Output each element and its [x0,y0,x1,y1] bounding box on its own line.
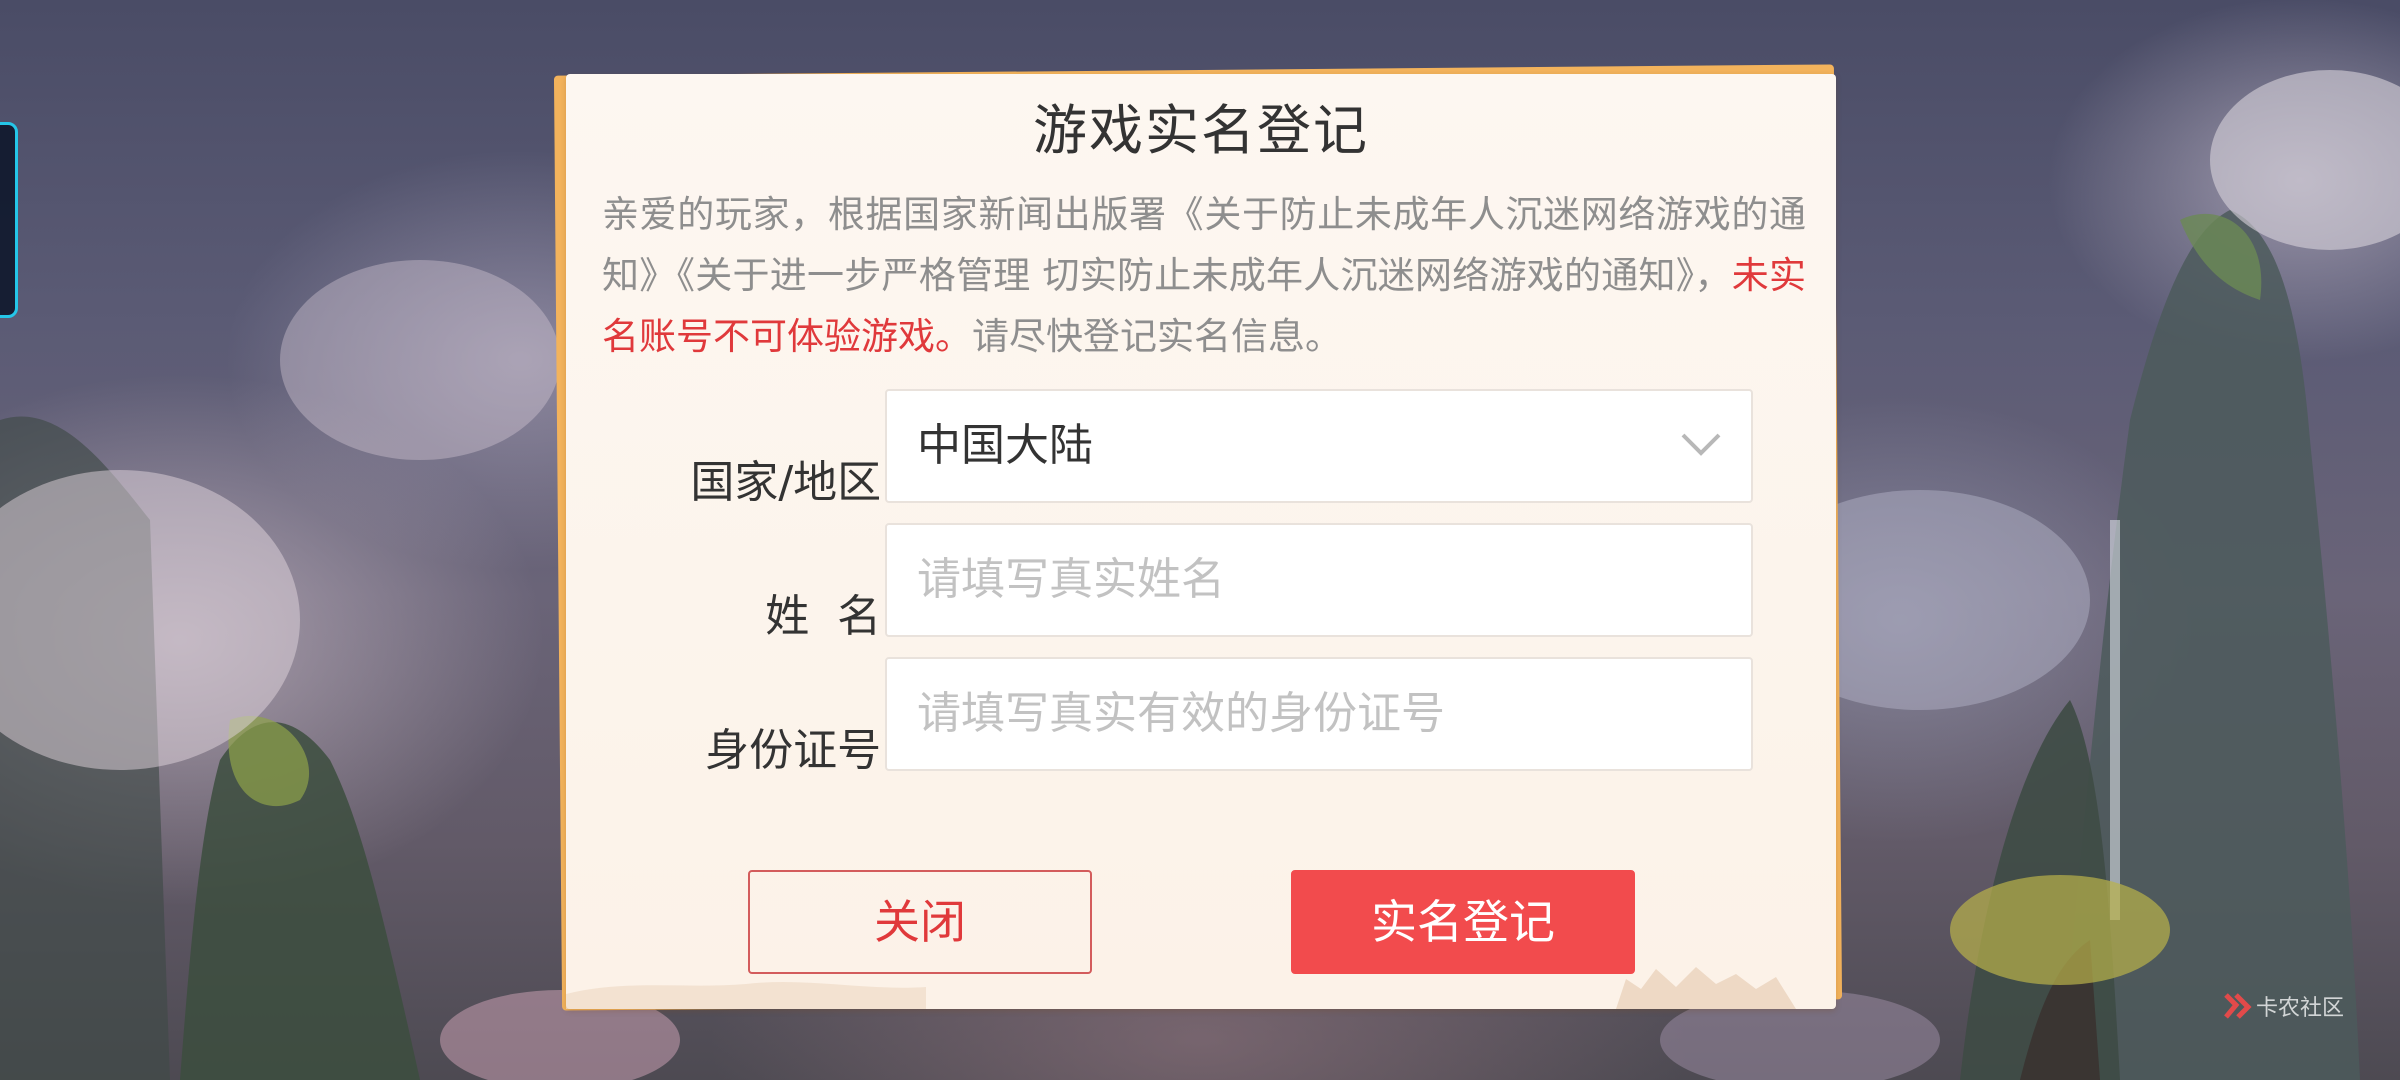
close-button[interactable]: 关闭 [748,870,1092,974]
notice-text: 亲爱的玩家，根据国家新闻出版署《关于防止未成年人沉迷网络游戏的通知》《关于进一步… [602,184,1806,367]
notice-prefix: 亲爱的玩家，根据国家新闻出版署《关于防止未成年人沉迷网络游戏的通知》《关于进一步… [602,193,1806,297]
region-label: 国家/地区: [690,457,896,508]
dialog-title: 游戏实名登记 [1033,99,1369,162]
id-number-label: 身份证号: [705,725,896,776]
id-number-field[interactable] [885,657,1753,771]
name-label: 姓 名: [765,591,896,642]
chevron-down-icon [1681,433,1721,456]
id-number-input[interactable] [917,659,1677,769]
name-field[interactable] [885,523,1753,637]
watermark: 卡农社区 [2222,988,2344,1024]
kanong-logo-icon [2224,993,2252,1019]
realname-registration-dialog: 游戏实名登记 亲爱的玩家，根据国家新闻出版署《关于防止未成年人沉迷网络游戏的通知… [566,74,1836,1009]
region-select[interactable]: 中国大陆 [885,389,1753,503]
notice-suffix: 请尽快登记实名信息。 [972,315,1342,358]
watermark-text: 卡农社区 [2256,996,2345,1021]
name-input[interactable] [917,525,1677,635]
region-value: 中国大陆 [917,420,1093,471]
register-button[interactable]: 实名登记 [1291,870,1635,974]
side-panel-tab[interactable] [0,122,18,318]
